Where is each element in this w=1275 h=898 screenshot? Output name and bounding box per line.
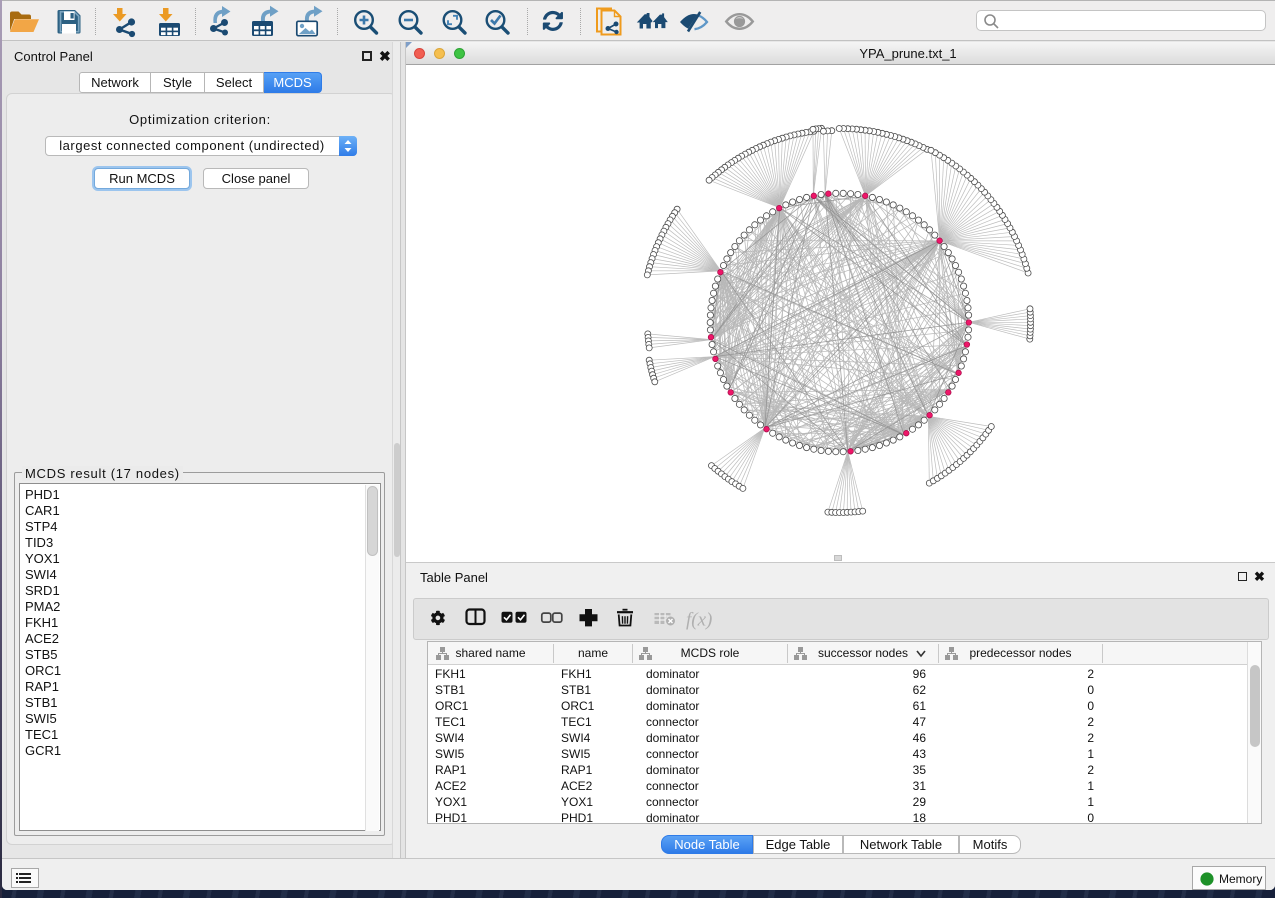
svg-text:f(x): f(x) — [686, 610, 712, 631]
